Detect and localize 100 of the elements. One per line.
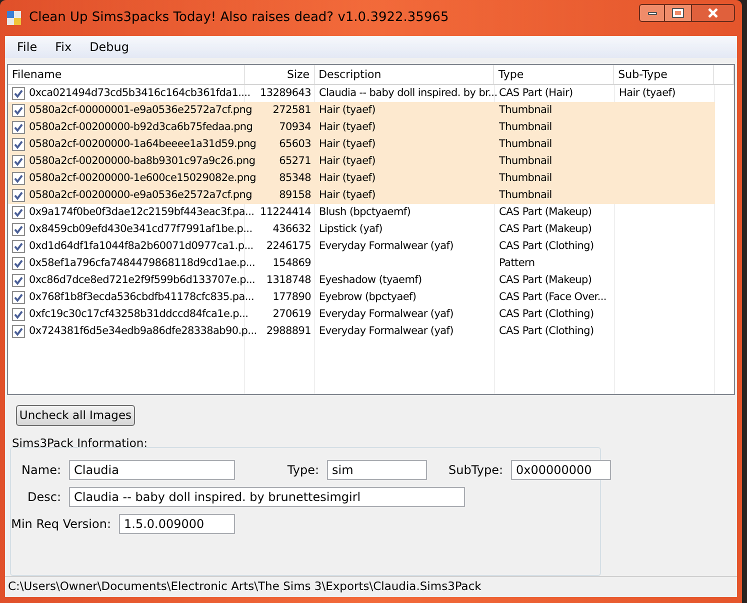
table-cell-text: 65271	[279, 154, 311, 169]
text-field[interactable]: sim	[327, 460, 427, 480]
field-label: Name:	[20, 462, 62, 480]
table-row[interactable]: 0580a2cf-00200000-1a64beeee1a31d59.png 65603 Hair (tyaef) Thumbnail	[8, 136, 715, 153]
table-cell-text: Thumbnail	[499, 120, 552, 135]
table-row[interactable]: 0xfc19c30c17cf43258b31ddccd84fca1e.p... 270619 Everyday Formalwear (yaf) CAS Part (Clothing)	[8, 306, 715, 323]
checkbox[interactable]	[12, 104, 25, 117]
table-cell-text: 436632	[272, 222, 311, 237]
text-field[interactable]: 1.5.0.009000	[119, 514, 235, 534]
table-row[interactable]: 0580a2cf-00000001-e9a0536e2572a7cf.png 272581 Hair (tyaef) Thumbnail	[8, 102, 715, 119]
checkbox[interactable]	[12, 274, 25, 287]
table-row[interactable]: 0x724381f6d5e34edb9a86dfe28338ab90.p... 2988891 Everyday Formalwear (yaf) CAS Part (Clothing)	[8, 323, 715, 340]
table-row[interactable]: 0580a2cf-00200000-b92d3ca6b75fedaa.png 70934 Hair (tyaef) Thumbnail	[8, 119, 715, 136]
table-cell-text: 65603	[279, 136, 311, 152]
checkbox[interactable]	[12, 240, 25, 253]
column-header[interactable]: Type	[494, 65, 614, 84]
table-cell-text: 272581	[272, 102, 311, 118]
table-cell-text: Hair (tyaef)	[319, 170, 376, 186]
table-cell-text: 2988891	[266, 324, 311, 339]
table-cell-text: Thumbnail	[499, 188, 552, 203]
column-header[interactable]: Description	[314, 65, 494, 84]
table-cell-text: 0x724381f6d5e34edb9a86dfe28338ab90.p...	[29, 324, 257, 339]
table-cell-text: 0580a2cf-00200000-1a64beeee1a31d59.png	[29, 136, 256, 152]
table-cell-text: Hair (tyaef)	[619, 86, 676, 101]
table-cell-text: 177890	[272, 290, 311, 305]
table-cell-text: 0xd1d64df1fa1044f8a2b60071d0977ca1.p...	[29, 238, 254, 254]
table-cell-text: Lipstick (yaf)	[319, 222, 382, 237]
table-cell-text: 0x58ef1a796cfa7484479868118d9cd1ae.p...	[29, 256, 255, 271]
table-cell-text: Pattern	[499, 256, 535, 271]
table-cell-text: 85348	[279, 170, 311, 186]
table-cell-text: CAS Part (Clothing)	[499, 238, 594, 254]
checkbox[interactable]	[12, 87, 25, 100]
table-cell-text: 270619	[272, 306, 311, 322]
checkbox[interactable]	[12, 291, 25, 304]
table-row[interactable]: 0xc86d7dce8ed721e2f9f599b6d133707e.p... 1318748 Eyeshadow (tyaemf) CAS Part (Makeup)	[8, 272, 715, 289]
status-text: C:\Users\Owner\Documents\Electronic Arts\The Sims 3\Exports\Claudia.Sims3Pack	[8, 578, 482, 596]
menu-item[interactable]: Fix	[49, 38, 78, 56]
table-cell-text: 0xfc19c30c17cf43258b31ddccd84fca1e.p...	[29, 306, 248, 322]
field-label: Min Req Version:	[11, 516, 112, 534]
table-cell-text: Thumbnail	[499, 102, 552, 118]
table-cell-text: 11224414	[260, 204, 311, 220]
minimize-button[interactable]	[639, 4, 665, 22]
table-cell-text: Hair (tyaef)	[319, 154, 376, 169]
checkbox[interactable]	[12, 189, 25, 202]
maximize-button[interactable]	[665, 4, 691, 22]
uncheck-button[interactable]: Uncheck all Images	[16, 405, 135, 426]
table-cell-text: 0x9a174f0be0f3dae12c2159bf443eac3f.pa...	[29, 204, 254, 220]
table-row[interactable]: 0580a2cf-00200000-e9a0536e2572a7cf.png 89158 Hair (tyaef) Thumbnail	[8, 187, 715, 204]
table-cell-text: CAS Part (Makeup)	[499, 222, 592, 237]
table-cell-text: CAS Part (Makeup)	[499, 204, 592, 220]
close-button[interactable]	[691, 4, 735, 22]
table-cell-text: 70934	[279, 120, 311, 135]
table-cell-text: Everyday Formalwear (yaf)	[319, 324, 454, 339]
checkbox[interactable]	[12, 206, 25, 219]
column-header[interactable]: Sub-Type	[614, 65, 714, 84]
table-cell-text: 0xc86d7dce8ed721e2f9f599b6d133707e.p...	[29, 272, 256, 288]
table-cell-text: 0x768f1b8f3ecda536cbdfb41178cfc835.pa...	[29, 290, 254, 305]
table-row[interactable]: 0x8459cb09efd430e341cd77f7991af1be.p... 436632 Lipstick (yaf) CAS Part (Makeup)	[8, 221, 715, 238]
table-cell-text: 0580a2cf-00000001-e9a0536e2572a7cf.png	[29, 102, 252, 118]
checkbox[interactable]	[12, 172, 25, 185]
close-icon	[707, 8, 719, 18]
app-icon	[6, 10, 22, 26]
text-field[interactable]: Claudia -- baby doll inspired. by brunettesimgirl	[69, 487, 465, 508]
table-cell-text: Thumbnail	[499, 154, 552, 169]
table-cell-text: 0580a2cf-00200000-1e600ce15029082e.png	[29, 170, 256, 186]
checkbox[interactable]	[12, 121, 25, 134]
table-cell-text: 154869	[272, 256, 311, 271]
table-cell-text: 2246175	[266, 238, 311, 254]
table-row[interactable]: 0x9a174f0be0f3dae12c2159bf443eac3f.pa... 11224414 Blush (bpctyaemf) CAS Part (Makeup)	[8, 204, 715, 221]
checkbox[interactable]	[12, 223, 25, 236]
table-cell-text: Hair (tyaef)	[319, 188, 376, 203]
table-cell-text: CAS Part (Makeup)	[499, 272, 592, 288]
checkbox[interactable]	[12, 308, 25, 321]
table-cell-text: 0580a2cf-00200000-b92d3ca6b75fedaa.png	[29, 120, 253, 135]
table-cell-text: Eyebrow (bpctyaef)	[319, 290, 416, 305]
table-cell-text: 0580a2cf-00200000-ba8b9301c97a9c26.png	[29, 154, 256, 169]
table-row[interactable]: 0x768f1b8f3ecda536cbdfb41178cfc835.pa... 177890 Eyebrow (bpctyaef) CAS Part (Face Over...	[8, 289, 715, 306]
checkbox[interactable]	[12, 138, 25, 151]
column-header[interactable]: Filename	[8, 65, 245, 84]
text-field[interactable]: Claudia	[69, 460, 235, 480]
checkbox[interactable]	[12, 257, 25, 270]
window-title: Clean Up Sims3packs Today! Also raises dead? v1.0.3922.35965	[29, 9, 449, 28]
checkbox[interactable]	[12, 155, 25, 168]
column-header[interactable]: Size	[244, 65, 315, 84]
table-cell-text: Hair (tyaef)	[319, 120, 376, 135]
menu-item[interactable]: Debug	[84, 38, 136, 56]
table-row[interactable]: 0xca021494d73cd5b3416c164cb361fda1.... 13289643 Claudia -- baby doll inspired. by br... CAS Part (Hair) Hair (tyaef)	[8, 85, 715, 102]
menu-item[interactable]: File	[11, 38, 44, 56]
table-row[interactable]: 0580a2cf-00200000-1e600ce15029082e.png 85348 Hair (tyaef) Thumbnail	[8, 170, 715, 187]
table-cell-text: 13289643	[260, 86, 311, 101]
table-cell-text: 89158	[279, 188, 311, 203]
table-cell-text: Claudia -- baby doll inspired. by br...	[319, 86, 498, 101]
checkbox[interactable]	[12, 325, 25, 338]
table-row[interactable]: 0xd1d64df1fa1044f8a2b60071d0977ca1.p... 2246175 Everyday Formalwear (yaf) CAS Part (Clothing)	[8, 238, 715, 255]
table-row[interactable]: 0x58ef1a796cfa7484479868118d9cd1ae.p... 154869 Pattern	[8, 255, 715, 272]
table-cell-text: Hair (tyaef)	[319, 136, 376, 152]
field-label: Desc:	[26, 489, 62, 506]
text-field[interactable]: 0x00000000	[511, 460, 611, 480]
table-row[interactable]: 0580a2cf-00200000-ba8b9301c97a9c26.png 65271 Hair (tyaef) Thumbnail	[8, 153, 715, 170]
field-label: Type:	[286, 462, 320, 480]
